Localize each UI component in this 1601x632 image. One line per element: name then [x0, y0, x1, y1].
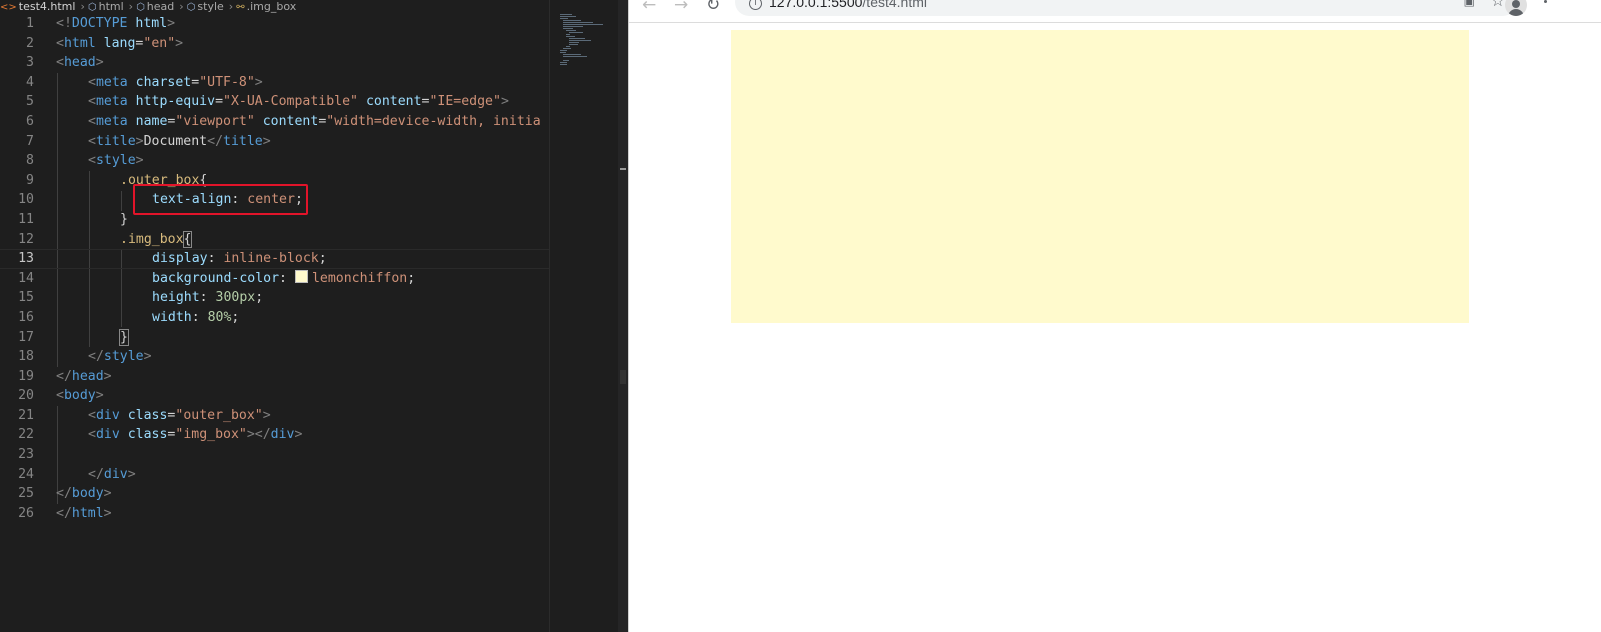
line-number: 10: [18, 192, 34, 208]
code-line[interactable]: 7 <title>Document</title>: [0, 132, 560, 152]
line-number: 3: [26, 55, 34, 71]
breadcrumb-item-html[interactable]: html: [99, 0, 124, 13]
cube-icon: ⬡: [87, 2, 97, 13]
code-line[interactable]: 4 <meta charset="UTF-8">: [0, 73, 560, 93]
line-number: 17: [18, 329, 34, 345]
line-number: 9: [26, 172, 34, 188]
html-file-icon: <>: [0, 2, 17, 13]
code-line[interactable]: 18 </style>: [0, 347, 560, 367]
annotation-highlight-box: [133, 184, 308, 215]
code-line[interactable]: 20 <body>: [0, 386, 560, 406]
breadcrumb-file[interactable]: test4.html: [19, 0, 76, 13]
breadcrumb-item-img-box[interactable]: .img_box: [247, 0, 297, 13]
breadcrumb: <> test4.html › ⬡ html › ⬡ head › ⬡ style › ⚯ .img_bo…: [0, 0, 560, 14]
code-line[interactable]: 22 <div class="img_box"></div>: [0, 425, 560, 445]
line-number: 21: [18, 407, 34, 423]
line-number: 6: [26, 113, 34, 129]
line-number: 2: [26, 35, 34, 51]
star-icon[interactable]: ☆: [1491, 0, 1505, 10]
code-line[interactable]: 5 <meta http-equiv="X-UA-Compatible" cont…: [0, 92, 560, 112]
forward-arrow-icon[interactable]: →: [674, 0, 688, 15]
chevron-right-icon: ›: [228, 0, 234, 13]
line-number: 15: [18, 290, 34, 306]
code-line[interactable]: 8 <style>: [0, 151, 560, 171]
address-bar[interactable]: i 127.0.0.1:5500/test4.html ▣ ☆: [735, 0, 1517, 16]
browser-toolbar: ← → ↻ i 127.0.0.1:5500/test4.html ▣ ☆: [629, 0, 1601, 23]
translate-icon[interactable]: ▣: [1464, 0, 1475, 8]
code-line[interactable]: 25 </body>: [0, 484, 560, 504]
browser-window: ← → ↻ i 127.0.0.1:5500/test4.html ▣ ☆: [628, 0, 1601, 632]
profile-icon[interactable]: [1505, 0, 1527, 16]
breadcrumb-item-head[interactable]: head: [147, 0, 174, 13]
color-swatch[interactable]: [294, 269, 308, 283]
code-line[interactable]: 24 </div>: [0, 465, 560, 485]
chevron-right-icon: ›: [80, 0, 85, 13]
code-line[interactable]: 12 .img_box{: [0, 230, 560, 250]
line-number: 5: [26, 94, 34, 110]
line-number: 8: [26, 153, 34, 169]
code-line-active[interactable]: 13 display: inline-block;: [0, 249, 560, 269]
menu-icon[interactable]: [1544, 0, 1548, 6]
code-line[interactable]: 16 width: 80%;: [0, 308, 560, 328]
info-icon[interactable]: i: [749, 0, 762, 10]
line-number: 25: [18, 486, 34, 502]
reload-icon[interactable]: ↻: [706, 0, 720, 15]
img-box: [731, 30, 1469, 323]
chevron-right-icon: ›: [128, 0, 134, 13]
editor-scrollbar[interactable]: [618, 0, 628, 632]
line-number: 23: [18, 447, 34, 463]
line-number: 24: [18, 466, 34, 482]
code-line[interactable]: 6 <meta name="viewport" content="width=de…: [0, 112, 560, 132]
line-number: 19: [18, 368, 34, 384]
code-line[interactable]: 2 <html lang="en">: [0, 34, 560, 54]
line-number: 22: [18, 427, 34, 443]
cube-icon: ⬡: [136, 2, 145, 13]
code-line[interactable]: 17}: [0, 328, 560, 348]
selector-icon: ⚯: [236, 2, 245, 13]
code-line[interactable]: 26 </html>: [0, 504, 560, 524]
chevron-right-icon: ›: [179, 0, 184, 13]
line-number: 14: [18, 270, 34, 286]
back-arrow-icon[interactable]: ←: [642, 0, 656, 15]
line-number: 20: [18, 388, 34, 404]
breadcrumb-item-style[interactable]: style: [197, 0, 223, 13]
page-viewport: [629, 23, 1601, 632]
line-number: 7: [26, 133, 34, 149]
line-number: 18: [18, 349, 34, 365]
code-editor[interactable]: <> test4.html › ⬡ html › ⬡ head › ⬡ style › ⚯ .img_bo…: [0, 0, 628, 632]
code-line[interactable]: 19 </head>: [0, 367, 560, 387]
line-number: 12: [18, 231, 34, 247]
line-number: 26: [18, 505, 34, 521]
line-number: 1: [26, 16, 34, 31]
line-number: 13: [18, 251, 34, 267]
line-number: 16: [18, 309, 34, 325]
code-line[interactable]: 14 background-color: lemonchiffon;: [0, 269, 560, 289]
code-line[interactable]: 3 <head>: [0, 53, 560, 73]
url-text[interactable]: 127.0.0.1:5500/test4.html: [769, 0, 927, 10]
code-area[interactable]: 1 <!DOCTYPE html> 2 <html lang="en"> 3 <hea…: [0, 14, 560, 632]
minimap[interactable]: [549, 0, 618, 632]
cube-icon: ⬡: [186, 2, 196, 13]
code-line[interactable]: 15 height: 300px;: [0, 288, 560, 308]
code-line[interactable]: 1 <!DOCTYPE html>: [0, 14, 560, 34]
code-line[interactable]: 23: [0, 445, 560, 465]
line-number: 11: [18, 211, 34, 227]
line-number: 4: [26, 74, 34, 90]
code-line[interactable]: 21 <div class="outer_box">: [0, 406, 560, 426]
